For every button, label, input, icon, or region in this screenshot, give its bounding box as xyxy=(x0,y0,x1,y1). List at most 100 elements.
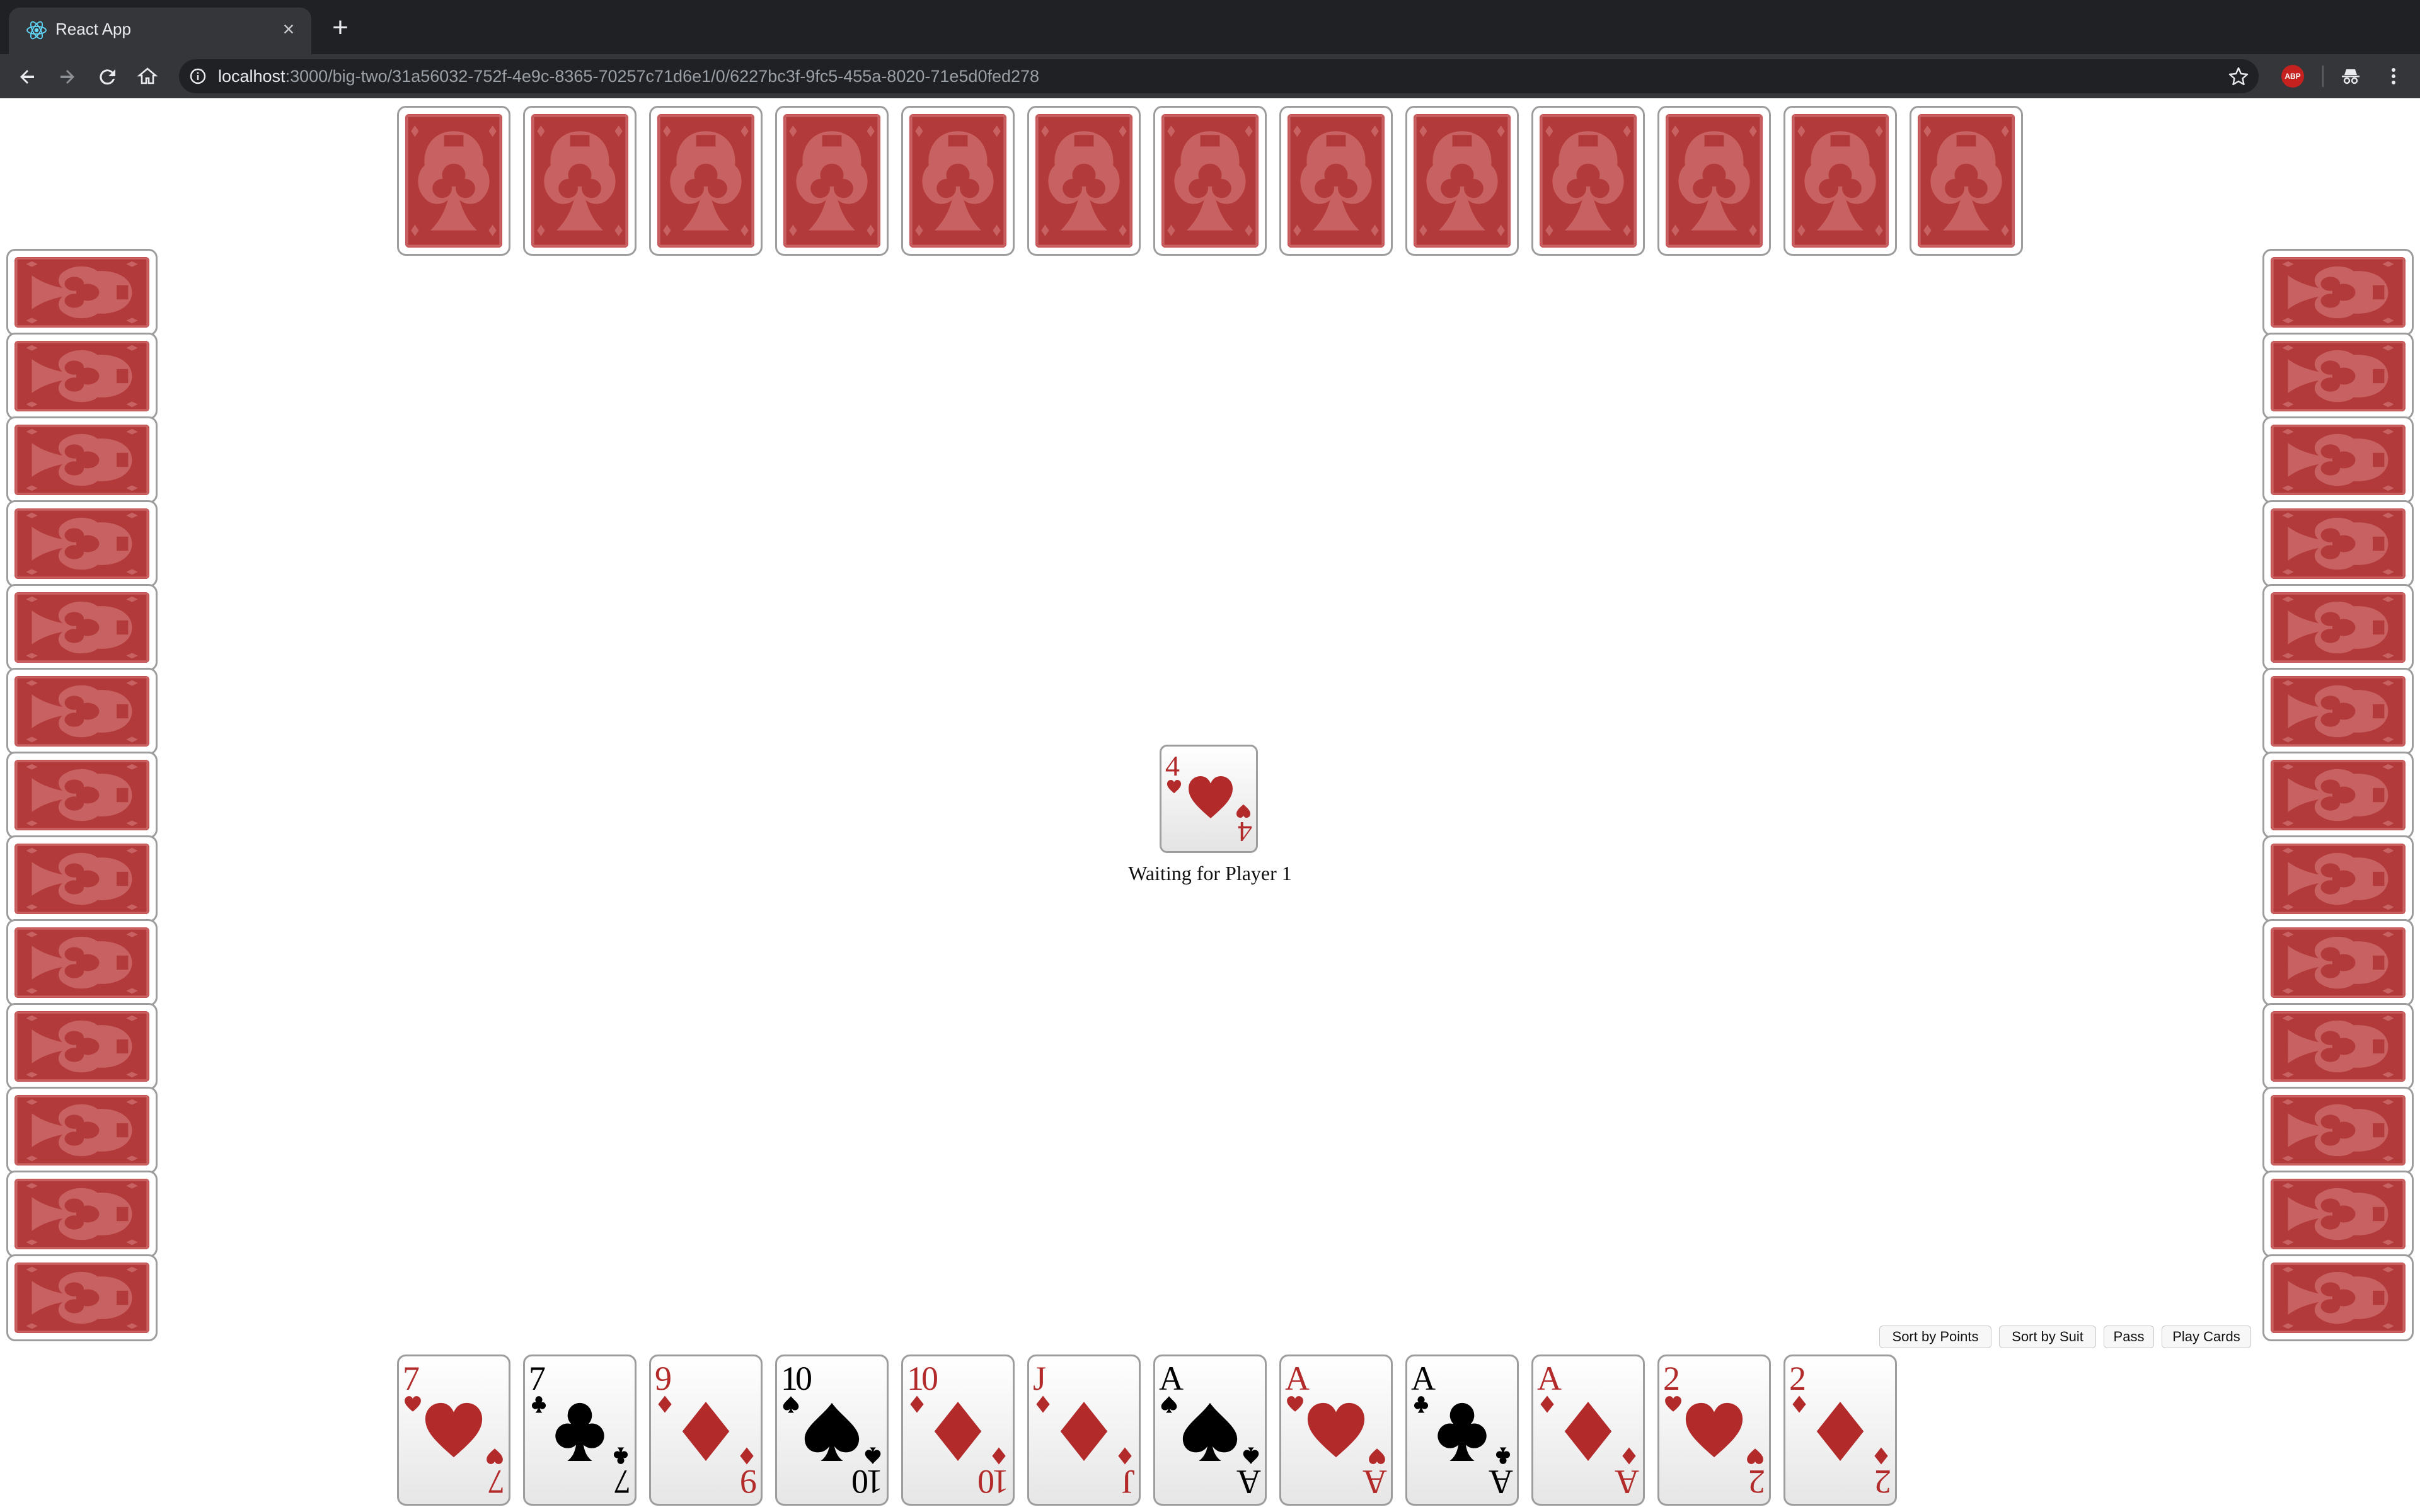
incognito-icon[interactable] xyxy=(2337,62,2365,90)
hearts-icon xyxy=(487,1448,503,1464)
player-card[interactable]: 77 xyxy=(523,1354,637,1506)
bookmark-star-icon[interactable] xyxy=(2225,62,2252,90)
clubs-icon xyxy=(613,1447,628,1464)
player-card[interactable]: AA xyxy=(1279,1354,1393,1506)
right-opponent-card-back xyxy=(2262,919,2414,1006)
card-rank: 9 xyxy=(742,1463,757,1501)
card-back-pattern xyxy=(2271,1263,2406,1333)
url-text[interactable]: localhost:3000/big-two/31a56032-752f-4e9… xyxy=(218,67,1039,86)
card-back-pattern xyxy=(14,927,149,998)
card-back-pattern xyxy=(1288,114,1385,248)
card-rank: A xyxy=(1411,1360,1436,1397)
back-arrow-icon[interactable] xyxy=(14,62,42,90)
clubs-icon xyxy=(1495,1447,1511,1464)
player-card[interactable]: 99 xyxy=(649,1354,763,1506)
card-rank: 2 xyxy=(1663,1360,1680,1397)
card-back-pattern xyxy=(14,1095,149,1166)
played-card: 44 xyxy=(1160,745,1258,853)
left-opponent-card-back xyxy=(6,1171,158,1257)
home-icon[interactable] xyxy=(134,62,161,90)
right-opponent-card-back xyxy=(2262,668,2414,755)
player-card[interactable]: 22 xyxy=(1657,1354,1771,1506)
diamonds-icon xyxy=(910,1395,924,1413)
sort-by-points-button[interactable]: Sort by Points xyxy=(1879,1326,1991,1348)
clubs-icon xyxy=(531,1396,546,1413)
diamonds-icon xyxy=(1540,1395,1554,1413)
tab-close-icon[interactable]: × xyxy=(277,18,300,40)
right-opponent-card-back xyxy=(2262,416,2414,503)
card-back-pattern xyxy=(2271,844,2406,914)
card-back-pattern xyxy=(14,1011,149,1082)
player-card[interactable]: JJ xyxy=(1027,1354,1141,1506)
card-rank: A xyxy=(1537,1360,1562,1397)
player-card[interactable]: AA xyxy=(1531,1354,1645,1506)
adblock-extension-icon[interactable]: ABP xyxy=(2281,65,2304,88)
info-icon[interactable] xyxy=(189,67,207,85)
card-back-pattern xyxy=(2271,508,2406,579)
card-rank: 2 xyxy=(1789,1360,1806,1397)
kebab-menu-icon[interactable] xyxy=(2380,62,2407,90)
card-back-pattern xyxy=(2271,1011,2406,1082)
card-back-pattern xyxy=(1666,114,1763,248)
browser-tab[interactable]: React App × xyxy=(9,8,311,54)
hearts-icon xyxy=(1189,776,1233,818)
card-back-pattern xyxy=(2271,1179,2406,1249)
right-opponent-card-back xyxy=(2262,500,2414,587)
right-opponent-card-back xyxy=(2262,249,2414,336)
reload-icon[interactable] xyxy=(93,62,121,90)
hearts-icon xyxy=(1685,1402,1743,1458)
address-bar[interactable]: localhost:3000/big-two/31a56032-752f-4e9… xyxy=(179,59,2259,93)
card-back-pattern xyxy=(2271,927,2406,998)
card-back-pattern xyxy=(1918,114,2015,248)
card-back-pattern xyxy=(14,676,149,747)
card-rank: A xyxy=(1617,1463,1639,1501)
player-card[interactable]: 77 xyxy=(397,1354,510,1506)
spades-icon xyxy=(1182,1402,1238,1462)
card-back-pattern xyxy=(14,1263,149,1333)
card-rank: 4 xyxy=(1240,816,1252,848)
card-back-pattern xyxy=(657,114,754,248)
left-opponent-card-back xyxy=(6,919,158,1006)
pass-button[interactable]: Pass xyxy=(2104,1326,2154,1348)
forward-arrow-icon[interactable] xyxy=(53,62,81,90)
card-back-pattern xyxy=(14,592,149,663)
card-rank: A xyxy=(1159,1360,1184,1397)
top-opponent-card-back xyxy=(397,106,510,256)
card-rank: J xyxy=(1033,1360,1046,1397)
hearts-icon xyxy=(425,1402,483,1458)
right-opponent-card-back xyxy=(2262,1087,2414,1174)
top-opponent-card-back xyxy=(1783,106,1897,256)
card-back-pattern xyxy=(2271,257,2406,328)
sort-by-suit-button[interactable]: Sort by Suit xyxy=(1999,1326,2096,1348)
new-tab-button[interactable]: + xyxy=(326,14,354,43)
player-card[interactable]: 10 10 xyxy=(901,1354,1015,1506)
diamonds-icon xyxy=(658,1395,672,1413)
card-back-pattern xyxy=(2271,760,2406,830)
player-card[interactable]: AA xyxy=(1153,1354,1267,1506)
player-card[interactable]: 22 xyxy=(1783,1354,1897,1506)
left-opponent-card-back xyxy=(6,752,158,839)
card-back-pattern xyxy=(2271,676,2406,747)
player-card[interactable]: AA xyxy=(1405,1354,1519,1506)
diamonds-icon xyxy=(1622,1447,1636,1465)
left-opponent-card-back xyxy=(6,668,158,755)
top-opponent-card-back xyxy=(649,106,763,256)
browser-toolbar: localhost:3000/big-two/31a56032-752f-4e9… xyxy=(0,54,2420,98)
spades-icon xyxy=(1243,1447,1259,1464)
diamonds-icon xyxy=(934,1401,982,1462)
player-card[interactable]: 10 10 xyxy=(775,1354,889,1506)
top-opponent-card-back xyxy=(1910,106,2023,256)
diamonds-icon xyxy=(1792,1395,1806,1413)
top-opponent-card-back xyxy=(523,106,637,256)
play-cards-button[interactable]: Play Cards xyxy=(2162,1326,2251,1348)
card-rank: 10 xyxy=(980,1463,1009,1501)
card-back-pattern xyxy=(2271,341,2406,411)
hearts-icon xyxy=(1307,1402,1365,1458)
card-back-pattern xyxy=(2271,1095,2406,1166)
card-rank: 7 xyxy=(529,1360,546,1397)
card-back-pattern xyxy=(1161,114,1259,248)
hearts-icon xyxy=(1747,1448,1763,1464)
hearts-icon xyxy=(1287,1396,1303,1412)
right-opponent-card-back xyxy=(2262,835,2414,922)
card-back-pattern xyxy=(2271,425,2406,495)
